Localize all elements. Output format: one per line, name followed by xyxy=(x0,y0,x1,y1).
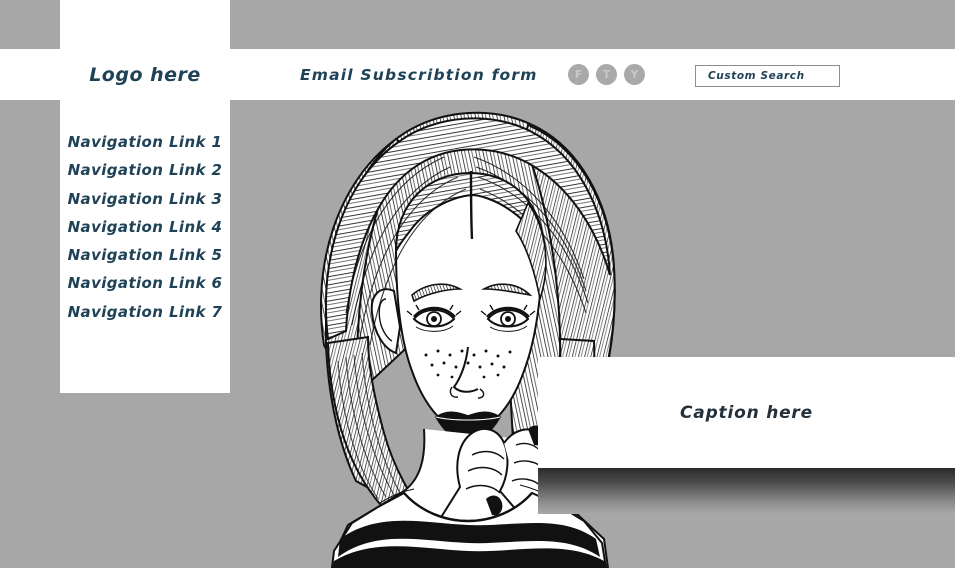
caption-panel: Caption here xyxy=(538,357,955,468)
sidebar-item-4[interactable]: Navigation Link 4 xyxy=(60,213,230,241)
sidebar-item-2[interactable]: Navigation Link 2 xyxy=(60,156,230,184)
search-input[interactable] xyxy=(695,65,840,87)
sidebar-item-3[interactable]: Navigation Link 3 xyxy=(60,185,230,213)
social-icons: F T Y xyxy=(568,49,645,100)
search-box xyxy=(695,64,840,87)
sidebar-item-6[interactable]: Navigation Link 6 xyxy=(60,269,230,297)
caption-shadow xyxy=(538,468,955,514)
navigation-list: Navigation Link 1 Navigation Link 2 Navi… xyxy=(60,128,230,326)
twitter-icon[interactable]: T xyxy=(596,64,617,85)
email-subscription-form-label[interactable]: Email Subscribtion form xyxy=(300,49,538,100)
facebook-icon[interactable]: F xyxy=(568,64,589,85)
youtube-icon[interactable]: Y xyxy=(624,64,645,85)
sidebar-item-7[interactable]: Navigation Link 7 xyxy=(60,298,230,326)
logo[interactable]: Logo here xyxy=(60,49,230,100)
sidebar-item-1[interactable]: Navigation Link 1 xyxy=(60,128,230,156)
caption-text: Caption here xyxy=(680,402,813,423)
sidebar-item-5[interactable]: Navigation Link 5 xyxy=(60,241,230,269)
page-root: Navigation Link 1 Navigation Link 2 Navi… xyxy=(0,0,955,568)
